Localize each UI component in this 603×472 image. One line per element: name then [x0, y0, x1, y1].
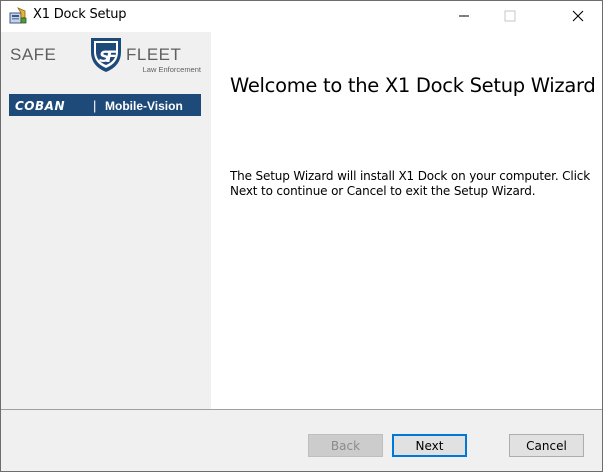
wizard-banner-panel: S F SAFE FLEET Law Enforcement COBAN | M…	[1, 32, 211, 409]
logo-law-enforcement-text: Law Enforcement	[143, 65, 202, 74]
cancel-button[interactable]: Cancel	[509, 434, 584, 457]
logo-safe-text: SAFE	[10, 45, 56, 64]
wizard-footer: Back Next Cancel	[1, 410, 602, 471]
back-button: Back	[308, 434, 383, 457]
title-bar[interactable]: X1 Dock Setup	[1, 1, 602, 31]
setup-window: X1 Dock Setup S F SAFE FLEET Law Enforce…	[0, 0, 603, 472]
logo-coban-text: COBAN	[15, 99, 65, 113]
window-title: X1 Dock Setup	[33, 7, 127, 22]
installer-icon[interactable]	[9, 7, 27, 25]
logo-fleet-text: FLEET	[126, 45, 181, 64]
minimize-icon[interactable]	[441, 1, 487, 31]
maximize-icon	[487, 1, 533, 31]
close-icon[interactable]	[555, 1, 601, 31]
wizard-description: The Setup Wizard will install X1 Dock on…	[230, 169, 590, 198]
logo-mobile-vision-text: Mobile-Vision	[105, 99, 183, 113]
wizard-heading: Welcome to the X1 Dock Setup Wizard	[230, 74, 596, 97]
logo-separator: |	[93, 98, 96, 113]
safe-fleet-logo: S F SAFE FLEET Law Enforcement COBAN | M…	[9, 38, 202, 116]
svg-text:F: F	[106, 47, 117, 66]
next-button[interactable]: Next	[392, 434, 467, 457]
